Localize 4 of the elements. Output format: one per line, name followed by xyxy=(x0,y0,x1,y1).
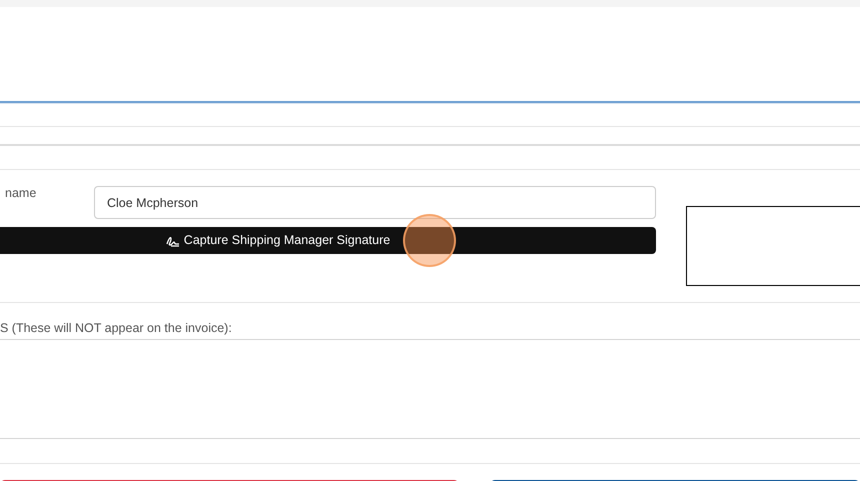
name-field[interactable]: Cloe Mcpherson xyxy=(94,186,656,219)
field-label: name xyxy=(4,185,38,202)
capture-signature-button[interactable]: Capture Shipping Manager Signature xyxy=(0,227,656,254)
notes-label: S (These will NOT appear on the invoice): xyxy=(0,320,233,337)
